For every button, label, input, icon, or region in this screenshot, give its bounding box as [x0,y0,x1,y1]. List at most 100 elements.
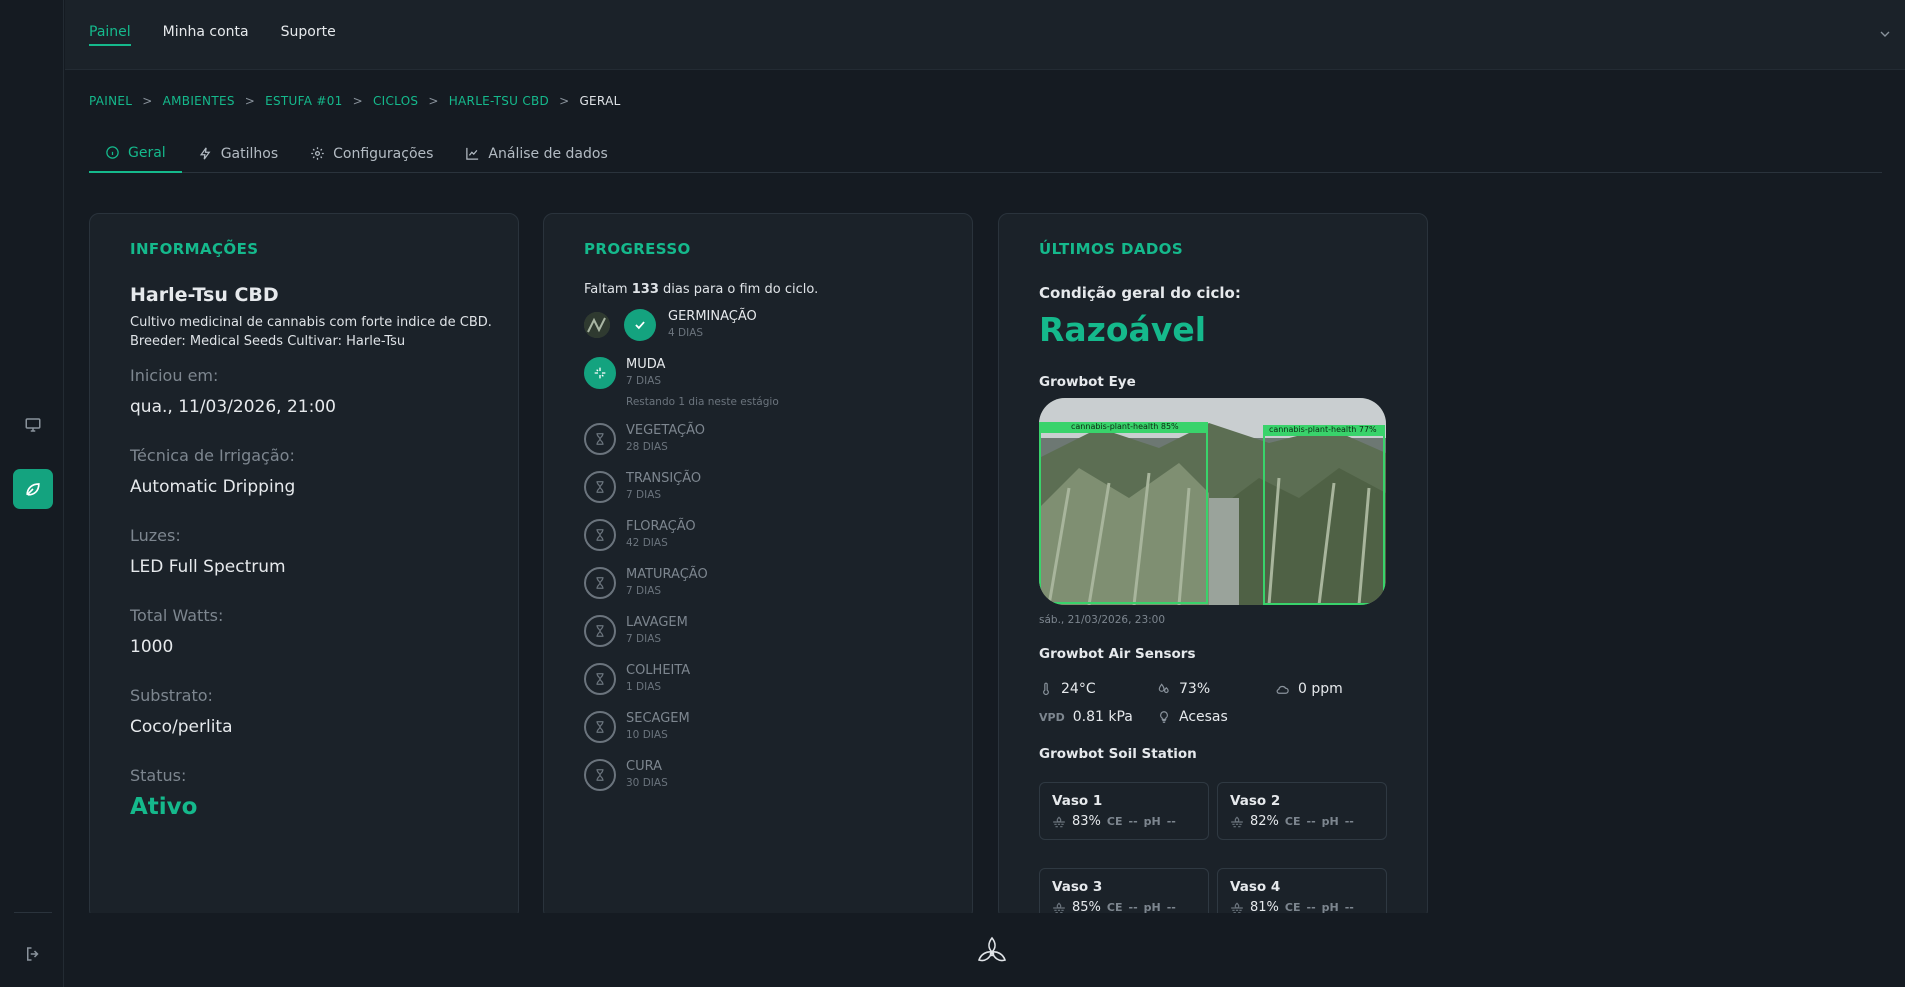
leaf-icon[interactable] [13,469,53,509]
remaining-days: 133 [631,282,659,297]
stage-days: 7 DIAS [626,489,662,501]
soil-moisture-icon [1231,816,1243,827]
breadcrumb-current: GERAL [579,94,621,108]
stage-item: GERMINAÇÃO 4 DIAS [668,309,757,341]
status-label: Status: [130,766,187,785]
hourglass-icon [584,567,616,599]
sensor-temperature: 24°C [1039,681,1096,697]
moisture-value: 82% [1250,814,1279,829]
germination-thumbnail[interactable] [584,312,610,338]
chart-line-icon [466,147,479,160]
humidity-value: 73% [1179,681,1211,697]
stage-item: FLORAÇÃO 42 DIAS [584,519,696,551]
breadcrumb-separator: > [244,94,256,108]
soil-moisture-icon [1053,816,1065,827]
nav-minha-conta[interactable]: Minha conta [163,24,249,46]
ce-label: CE [1284,815,1301,828]
vaso-readings: 82% CE -- pH -- [1230,814,1354,829]
logout-icon[interactable] [13,934,53,974]
remaining-suffix: dias para o fim do ciclo. [663,282,819,297]
breadcrumb-item[interactable]: CICLOS [373,94,418,108]
stage-item: TRANSIÇÃO 7 DIAS [584,471,701,503]
lightbulb-icon [1160,711,1168,723]
info-icon [106,146,119,159]
temperature-value: 24°C [1061,681,1096,697]
sparkle-icon [584,357,616,389]
growbot-eye-camera[interactable]: cannabis-plant-health 85% cannabis-plant… [1039,398,1386,605]
latest-heading: ÚLTIMOS DADOS [1039,240,1184,258]
field-label: Luzes: [130,526,181,545]
info-card: INFORMAÇÕES Harle-Tsu CBD Cultivo medici… [89,213,519,920]
stage-item: MATURAÇÃO 7 DIAS [584,567,708,599]
hourglass-icon [584,471,616,503]
detection-tag: cannabis-plant-health 77% [1269,425,1377,434]
condition-label: Condição geral do ciclo: [1039,284,1241,302]
stage-item: LAVAGEM 7 DIAS [584,615,688,647]
nav-painel[interactable]: Painel [89,24,131,46]
breadcrumb-separator: > [428,94,439,108]
field-value: Automatic Dripping [130,477,296,497]
growbot-logo-icon [975,935,1009,973]
breadcrumb-item[interactable]: ESTUFA #01 [265,94,342,108]
tab-geral[interactable]: Geral [89,134,182,173]
field-value: 1000 [130,637,174,657]
detection-tag: cannabis-plant-health 85% [1071,422,1179,431]
stage-days: 7 DIAS [626,585,662,597]
tab-analise-de-dados[interactable]: Análise de dados [449,134,623,173]
vaso-name: Vaso 3 [1052,879,1103,895]
sensor-vpd: VPD 0.81 kPa [1039,709,1133,725]
stage-item: SECAGEM 10 DIAS [584,711,690,743]
progress-card: PROGRESSO Faltam 133 dias para o fim do … [543,213,973,920]
vaso-card[interactable]: Vaso 1 83% CE -- pH -- [1039,782,1209,840]
stage-name: VEGETAÇÃO [626,423,705,438]
remaining-text: Faltam 133 dias para o fim do ciclo. [584,282,818,297]
stage-name: TRANSIÇÃO [626,471,702,486]
tab-bar: Geral Gatilhos Configurações Análise de … [89,134,1882,173]
eye-title: Growbot Eye [1039,374,1136,390]
vaso-name: Vaso 2 [1230,793,1281,809]
field-label: Técnica de Irrigação: [130,446,295,465]
tab-label: Configurações [333,145,434,162]
stage-days: 42 DIAS [626,537,668,549]
bolt-icon [199,147,211,160]
sidebar [0,0,64,987]
lights-value: Acesas [1179,709,1228,725]
ph-label: pH [1143,815,1161,828]
cycle-breeder: Breeder: Medical Seeds Cultivar: Harle-T… [130,334,406,349]
monitor-icon[interactable] [13,405,53,445]
nav-suporte[interactable]: Suporte [281,24,336,46]
tab-gatilhos[interactable]: Gatilhos [182,134,294,173]
breadcrumb-item[interactable]: AMBIENTES [163,94,235,108]
chevron-down-icon[interactable] [1877,26,1893,46]
latest-data-card: ÚLTIMOS DADOS Condição geral do ciclo: R… [998,213,1428,920]
stage-name: MATURAÇÃO [626,567,708,582]
stage-days: 30 DIAS [626,777,668,789]
vaso-name: Vaso 4 [1230,879,1281,895]
co2-value: 0 ppm [1298,681,1343,697]
check-icon [624,309,656,341]
cloud-icon [1276,685,1289,694]
tab-label: Geral [128,144,166,161]
vaso-readings: 83% CE -- pH -- [1052,814,1176,829]
hourglass-icon [584,423,616,455]
field-value: qua., 11/03/2026, 21:00 [130,397,336,417]
soil-title: Growbot Soil Station [1039,746,1197,762]
hourglass-icon [584,711,616,743]
ce-value: -- [1128,815,1138,828]
stage-days: 7 DIAS [626,375,662,387]
ph-value: -- [1166,815,1176,828]
breadcrumb: PAINEL > AMBIENTES > ESTUFA #01 > CICLOS… [89,94,621,108]
hourglass-icon [584,759,616,791]
sidebar-divider [14,912,52,913]
stage-item: MUDA 7 DIAS Restando 1 dia neste estágio [584,357,779,410]
breadcrumb-separator: > [142,94,153,108]
tab-label: Gatilhos [220,145,279,162]
field-value: LED Full Spectrum [130,557,286,577]
field-label: Total Watts: [130,606,224,625]
breadcrumb-item[interactable]: PAINEL [89,94,132,108]
breadcrumb-item[interactable]: HARLE-TSU CBD [449,94,549,108]
vaso-card[interactable]: Vaso 2 82% CE -- pH -- [1217,782,1387,840]
sensor-humidity: 73% [1157,681,1210,697]
tab-configuracoes[interactable]: Configurações [294,134,449,173]
footer [65,913,1905,987]
